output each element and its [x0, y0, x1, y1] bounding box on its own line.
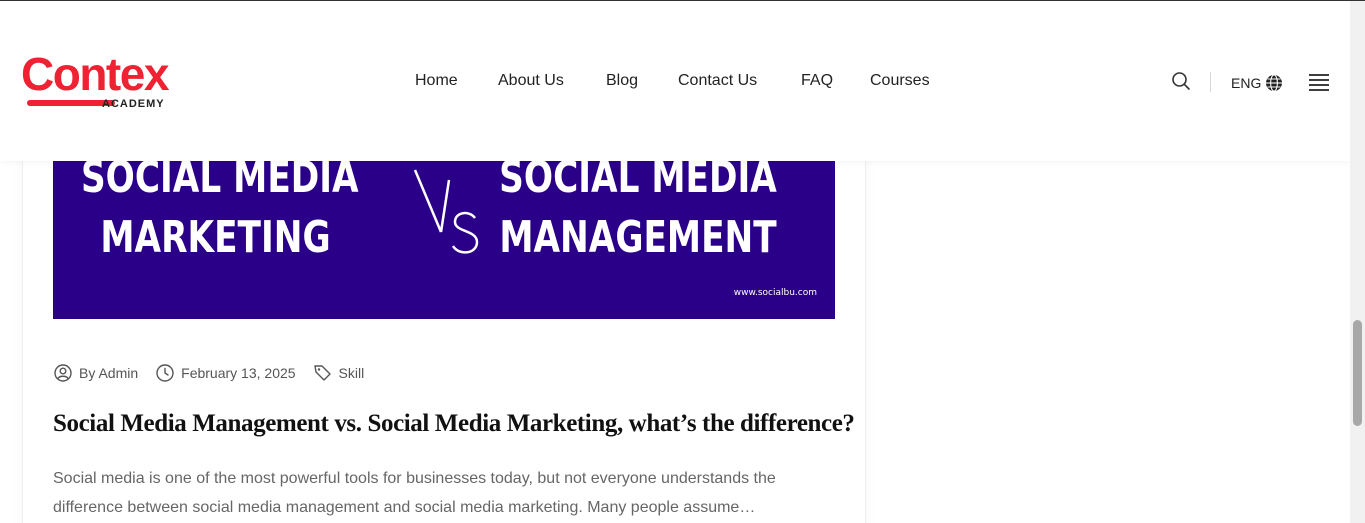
- globe-icon: [1266, 74, 1283, 92]
- nav-blog[interactable]: Blog: [606, 72, 638, 90]
- banner-right-text: SOCIAL MEDIA MANAGEMENT: [499, 152, 777, 263]
- nav-contact-us[interactable]: Contact Us: [678, 72, 757, 90]
- site-header: Contex ACADEMY Home About Us Blog Contac…: [0, 1, 1350, 161]
- header-divider: [1210, 72, 1211, 92]
- nav-courses[interactable]: Courses: [870, 72, 930, 90]
- post-featured-image[interactable]: SOCIAL MEDIA MARKETING SOCIAL MEDIA MANA…: [53, 140, 835, 319]
- tag-icon: [313, 365, 331, 381]
- nav-home[interactable]: Home: [415, 72, 458, 90]
- post-meta: By Admin February 13, 2025 Skill: [53, 363, 381, 383]
- site-logo[interactable]: Contex ACADEMY: [21, 49, 181, 115]
- banner-url: www.socialbu.com: [733, 288, 817, 298]
- post-author-label: By Admin: [79, 365, 139, 381]
- hamburger-menu-button[interactable]: [1308, 72, 1330, 92]
- language-label: ENG: [1231, 75, 1262, 91]
- language-switcher[interactable]: ENG: [1231, 73, 1283, 93]
- search-icon: [1172, 72, 1190, 90]
- page-scrollbar[interactable]: [1350, 1, 1365, 523]
- post-date-label: February 13, 2025: [181, 365, 296, 381]
- search-button[interactable]: [1170, 70, 1192, 92]
- logo-wordmark: Contex: [21, 48, 169, 100]
- clock-icon: [156, 364, 174, 382]
- user-icon: [54, 364, 72, 382]
- logo-subtitle: ACADEMY: [102, 98, 165, 110]
- versus-graphic: [413, 169, 479, 254]
- post-category[interactable]: Skill: [313, 363, 365, 383]
- banner-left-text: SOCIAL MEDIA MARKETING: [80, 152, 359, 263]
- post-date[interactable]: February 13, 2025: [155, 363, 296, 383]
- nav-faq[interactable]: FAQ: [801, 72, 833, 90]
- nav-about-us[interactable]: About Us: [498, 72, 564, 90]
- post-category-label: Skill: [338, 365, 365, 381]
- post-author[interactable]: By Admin: [53, 363, 138, 383]
- post-title-link[interactable]: Social Media Management vs. Social Media…: [53, 406, 855, 442]
- hamburger-menu-icon: [1309, 74, 1329, 91]
- post-excerpt: Social media is one of the most powerful…: [53, 470, 776, 516]
- scrollbar-thumb[interactable]: [1353, 320, 1362, 426]
